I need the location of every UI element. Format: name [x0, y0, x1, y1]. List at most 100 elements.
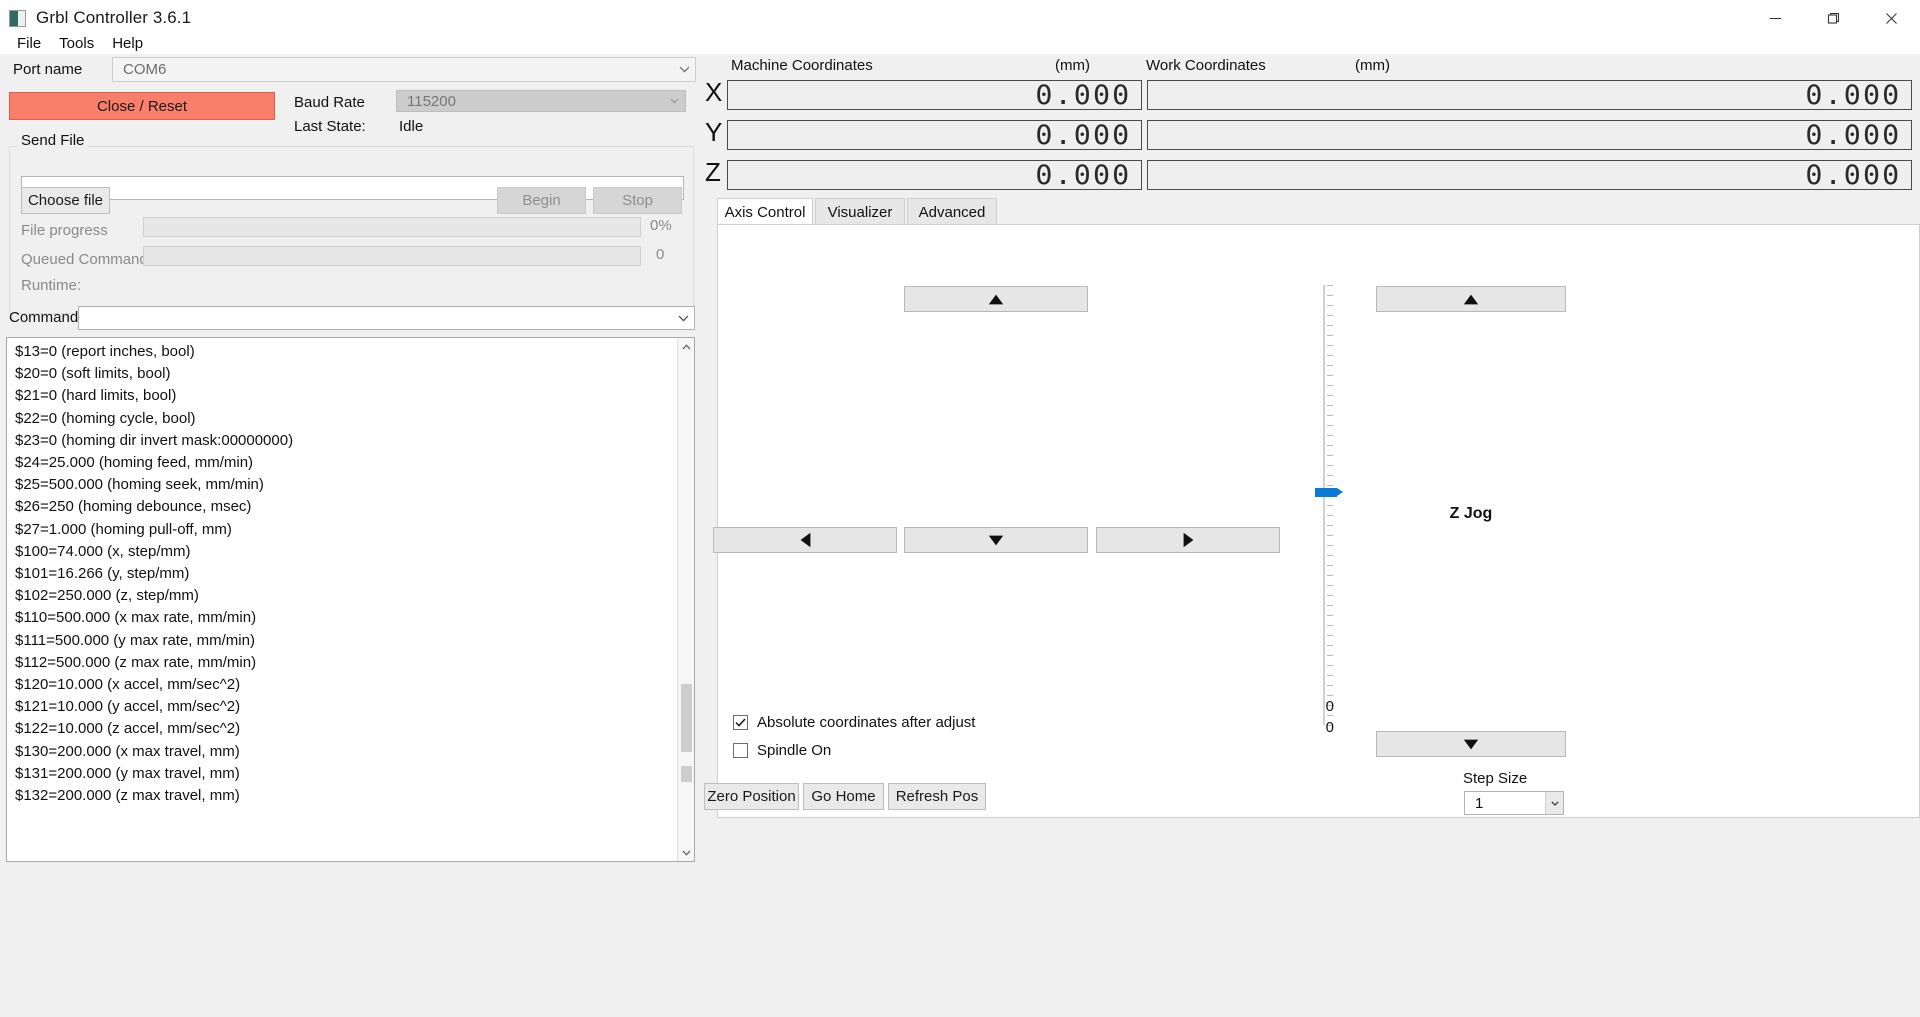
close-reset-label: Close / Reset — [96, 97, 188, 115]
send-file-group-title: Send File — [17, 132, 89, 149]
machine-coordinate-z-value: 0.000 — [1035, 159, 1131, 191]
console-output[interactable]: $13=0 (report inches, bool) $20=0 (soft l… — [6, 337, 695, 862]
refresh-pos-label: Refresh Pos — [895, 788, 979, 805]
spindle-on-checkbox[interactable]: Spindle On — [733, 742, 831, 759]
port-name-label: Port name — [13, 61, 83, 78]
slider-ticks — [1327, 285, 1337, 726]
last-state-value: Idle — [399, 118, 424, 135]
minimize-icon[interactable] — [1746, 0, 1804, 36]
work-coordinate-x: 0.000 — [1147, 80, 1912, 110]
close-icon[interactable] — [1862, 0, 1920, 36]
axis-control-panel: 0 0 Z Jog Step Size 1 Absolute coordinat… — [713, 224, 1920, 818]
z-jog-panel: Z Jog Step Size 1 — [1358, 283, 1918, 815]
queued-commands-bar — [143, 246, 641, 266]
console-line: $132=200.000 (z max travel, mm) — [15, 787, 240, 805]
console-line: $22=0 (homing cycle, bool) — [15, 409, 196, 427]
jog-x-minus-button[interactable] — [713, 527, 897, 553]
down-arrow-icon — [1463, 739, 1479, 749]
grbl-controller-window: Grbl Controller 3.6.1 File Tools Help Po… — [0, 0, 1920, 1017]
jog-y-plus-button[interactable] — [904, 286, 1088, 312]
axis-row-x: X 0.000 0.000 — [697, 77, 1920, 112]
machine-coordinates-header: Machine Coordinates — [731, 57, 873, 74]
tab-axis-control[interactable]: Axis Control — [717, 198, 813, 225]
queued-commands-label: Queued Commands — [21, 251, 156, 268]
axis-label-y: Y — [705, 117, 723, 147]
console-line: $23=0 (homing dir invert mask:00000000) — [15, 431, 294, 449]
scroll-down-icon[interactable] — [678, 844, 694, 861]
file-progress-bar — [143, 217, 641, 237]
console-line: $101=16.266 (y, step/mm) — [15, 565, 190, 583]
machine-coordinate-x-value: 0.000 — [1035, 79, 1131, 111]
choose-file-label: Choose file — [27, 192, 104, 209]
axis-row-y: Y 0.000 0.000 — [697, 117, 1920, 152]
machine-coordinate-y: 0.000 — [727, 120, 1142, 150]
console-line: $111=500.000 (y max rate, mm/min) — [15, 631, 255, 649]
tab-advanced[interactable]: Advanced — [907, 198, 997, 225]
app-icon — [9, 9, 26, 27]
file-progress-label: File progress — [21, 222, 108, 239]
scrollbar-thumb-secondary[interactable] — [681, 766, 692, 782]
stop-label: Stop — [622, 192, 653, 209]
console-line: $122=10.000 (z accel, mm/sec^2) — [15, 720, 241, 738]
slider-track — [1323, 285, 1325, 725]
work-coordinate-y: 0.000 — [1147, 120, 1912, 150]
console-line: $13=0 (report inches, bool) — [15, 343, 195, 360]
baud-rate-select[interactable]: 115200 — [396, 90, 686, 112]
feed-rate-value-top: 0 — [1325, 698, 1334, 715]
slider-handle[interactable] — [1315, 488, 1343, 497]
scrollbar-thumb[interactable] — [681, 684, 692, 752]
choose-file-button[interactable]: Choose file — [21, 187, 110, 214]
work-coordinate-z-value: 0.000 — [1805, 159, 1901, 191]
console-line: $27=1.000 (homing pull-off, mm) — [15, 520, 232, 538]
refresh-pos-button[interactable]: Refresh Pos — [888, 783, 986, 810]
zero-position-button[interactable]: Zero Position — [704, 783, 799, 810]
step-size-select[interactable]: 1 — [1464, 791, 1564, 815]
console-line: $112=500.000 (z max rate, mm/min) — [15, 653, 257, 671]
menu-item-help[interactable]: Help — [103, 33, 152, 54]
chevron-down-icon — [663, 98, 685, 104]
tab-visualizer-label: Visualizer — [827, 203, 893, 221]
machine-coordinate-y-value: 0.000 — [1035, 119, 1131, 151]
queued-commands-value: 0 — [656, 246, 665, 263]
maximize-icon[interactable] — [1804, 0, 1862, 36]
command-label: Command — [9, 309, 79, 326]
down-arrow-icon — [988, 535, 1004, 545]
tab-advanced-label: Advanced — [918, 203, 986, 221]
console-scrollbar[interactable] — [677, 338, 694, 861]
tab-strip: Axis Control Visualizer Advanced — [717, 198, 1920, 225]
feed-rate-value-bottom: 0 — [1325, 719, 1334, 736]
chevron-down-icon — [672, 315, 694, 322]
file-progress-value: 0% — [650, 217, 672, 234]
jog-z-plus-button[interactable] — [1376, 286, 1566, 312]
jog-x-plus-button[interactable] — [1096, 527, 1280, 553]
chevron-down-icon — [1545, 792, 1563, 814]
absolute-coordinates-checkbox[interactable]: Absolute coordinates after adjust — [733, 714, 975, 731]
menu-item-file[interactable]: File — [8, 33, 50, 54]
go-home-label: Go Home — [811, 788, 876, 805]
feed-rate-slider[interactable] — [1315, 285, 1355, 726]
begin-button[interactable]: Begin — [497, 187, 586, 214]
left-arrow-icon — [800, 532, 810, 548]
menu-item-tools[interactable]: Tools — [50, 33, 103, 54]
checkbox-checked-icon — [733, 715, 748, 730]
zero-position-label: Zero Position — [707, 788, 796, 805]
tab-axis-control-label: Axis Control — [724, 203, 806, 221]
stop-button[interactable]: Stop — [593, 187, 682, 214]
command-input[interactable] — [78, 306, 695, 330]
window-buttons — [1746, 0, 1920, 36]
console-line-list: $13=0 (report inches, bool) $20=0 (soft l… — [7, 338, 677, 861]
go-home-button[interactable]: Go Home — [803, 783, 884, 810]
z-jog-title: Z Jog — [1449, 505, 1493, 522]
machine-coordinates-unit: (mm) — [1055, 57, 1090, 74]
jog-z-minus-button[interactable] — [1376, 731, 1566, 757]
port-row: Port name COM6 — [0, 57, 696, 83]
scroll-up-icon[interactable] — [678, 338, 694, 355]
jog-y-minus-button[interactable] — [904, 527, 1088, 553]
close-reset-button[interactable]: Close / Reset — [9, 92, 275, 120]
console-line: $121=10.000 (y accel, mm/sec^2) — [15, 698, 241, 716]
left-panel: Port name COM6 Close / Reset Baud Rate 1… — [0, 54, 696, 1017]
tab-visualizer[interactable]: Visualizer — [815, 198, 905, 225]
console-line: $20=0 (soft limits, bool) — [15, 365, 171, 383]
port-name-select[interactable]: COM6 — [112, 57, 696, 82]
work-coordinate-z: 0.000 — [1147, 160, 1912, 190]
